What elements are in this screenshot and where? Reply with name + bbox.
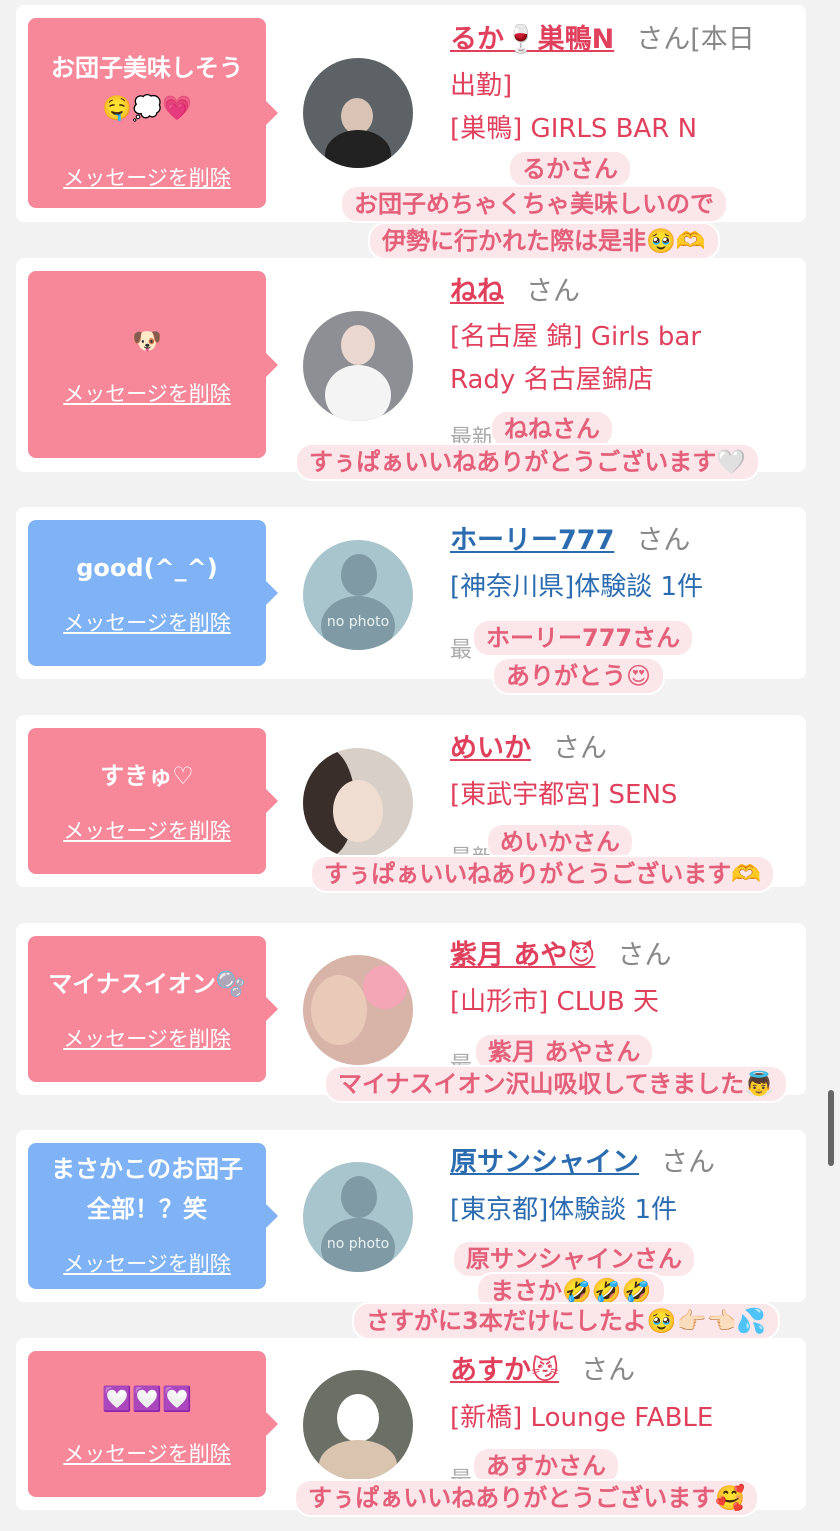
message-text: マイナスイオン🫧 (48, 970, 246, 998)
review-info: [東京都]体験談 1件 (450, 1195, 678, 1225)
message-text: 全部！？笑 (87, 1195, 207, 1223)
sticker-caption: さすがに3本だけにしたよ🥹👉🏻👈🏻💦 (352, 1302, 781, 1340)
cast-name-link[interactable]: ねね (450, 276, 504, 307)
sticker-caption: ホーリー777さん (472, 619, 695, 657)
shop-info: [巣鴨] GIRLS BAR N (450, 114, 698, 144)
sticker-caption: お団子めちゃくちゃ美味しいので (340, 185, 728, 223)
delete-message-link[interactable]: メッセージを削除 (28, 818, 266, 844)
avatar[interactable] (303, 1370, 413, 1480)
message-list: お団子美味しそう 🤤💭💗 メッセージを削除 るか🍷巣鴨N さん[本日 出勤] [巣… (0, 0, 840, 1531)
delete-message-link[interactable]: メッセージを削除 (28, 1026, 266, 1052)
avatar[interactable] (303, 955, 413, 1065)
sticker-caption: ありがとう😍 (492, 657, 666, 695)
cast-name-link[interactable]: 紫月 あや😈 (450, 940, 596, 971)
no-photo-label: no photo (326, 614, 390, 630)
scrollbar[interactable] (828, 1090, 834, 1166)
san-suffix: さん (636, 525, 691, 556)
delete-message-link[interactable]: メッセージを削除 (28, 610, 266, 636)
shop-info: [山形市] CLUB 天 (450, 987, 660, 1017)
message-emoji: 🤤💭💗 (102, 94, 192, 122)
name-row: めいか さん (450, 729, 607, 769)
delete-message-link[interactable]: メッセージを削除 (28, 1251, 266, 1277)
sticker-caption: るかさん (508, 150, 632, 188)
shop-info: Rady 名古屋錦店 (450, 365, 654, 395)
delete-message-link[interactable]: メッセージを削除 (28, 381, 266, 407)
avatar[interactable] (303, 58, 413, 168)
cast-name-link[interactable]: るか🍷巣鴨N (450, 24, 614, 55)
message-bubble: good(^_^) メッセージを削除 (28, 520, 278, 666)
avatar[interactable] (303, 748, 413, 858)
faded-text: 最 (450, 638, 473, 663)
name-row: ホーリー777 さん (450, 521, 690, 561)
message-text: good(^_^) (76, 554, 218, 582)
message-text: すきゅ♡ (100, 762, 194, 790)
message-bubble: まさかこのお団子 全部！？笑 メッセージを削除 (28, 1143, 278, 1289)
no-photo-avatar[interactable]: no photo (303, 1162, 413, 1272)
sticker-caption: すぅぱぁいいねありがとうございます🫶 (310, 855, 776, 893)
message-bubble: マイナスイオン🫧 メッセージを削除 (28, 936, 278, 1082)
sticker-caption: マイナスイオン沢山吸収してきました👼 (324, 1065, 788, 1103)
message-text: お団子美味しそう (51, 54, 243, 82)
user-name-link[interactable]: 原サンシャイン (450, 1147, 639, 1178)
shop-info: [新橋] Lounge FABLE (450, 1403, 714, 1433)
shop-info: [東武宇都宮] SENS (450, 780, 678, 810)
sticker-caption: すぅぱぁいいねありがとうございます🤍 (295, 443, 761, 481)
name-row: あすか😼 さん (450, 1351, 635, 1391)
cast-name-link[interactable]: めいか (450, 733, 531, 764)
san-suffix: さん (617, 940, 672, 971)
san-suffix: さん[本日 (636, 24, 755, 55)
review-info: [神奈川県]体験談 1件 (450, 572, 704, 602)
user-name-link[interactable]: ホーリー777 (450, 525, 614, 556)
name-row: るか🍷巣鴨N さん[本日 (450, 20, 755, 60)
san-suffix: さん (526, 276, 580, 307)
san-suffix: さん (581, 1355, 636, 1386)
message-bubble: 🐶 メッセージを削除 (28, 271, 278, 458)
no-photo-avatar[interactable]: no photo (303, 540, 413, 650)
no-photo-label: no photo (326, 1236, 390, 1252)
sticker-caption: 伊勢に行かれた際は是非🥹🫶 (368, 222, 720, 260)
message-text: 💟💟💟 (102, 1385, 192, 1413)
shop-info: [名古屋 錦] Girls bar (450, 322, 702, 352)
name-row: ねね さん (450, 272, 580, 312)
message-bubble: お団子美味しそう 🤤💭💗 メッセージを削除 (28, 18, 278, 208)
info-line: 出勤] (450, 71, 513, 101)
avatar[interactable] (303, 311, 413, 421)
sticker-caption: すぅぱぁいいねありがとうございます🥰 (294, 1479, 760, 1517)
name-row: 原サンシャイン さん (450, 1143, 715, 1183)
delete-message-link[interactable]: メッセージを削除 (28, 1441, 266, 1467)
message-bubble: 💟💟💟 メッセージを削除 (28, 1351, 278, 1497)
name-row: 紫月 あや😈 さん (450, 936, 672, 976)
san-suffix: さん (661, 1147, 715, 1178)
message-bubble: すきゅ♡ メッセージを削除 (28, 728, 278, 874)
message-text: まさかこのお団子 (51, 1155, 243, 1183)
delete-message-link[interactable]: メッセージを削除 (28, 165, 266, 191)
san-suffix: さん (553, 733, 607, 764)
message-text: 🐶 (132, 327, 162, 355)
cast-name-link[interactable]: あすか😼 (450, 1355, 559, 1386)
